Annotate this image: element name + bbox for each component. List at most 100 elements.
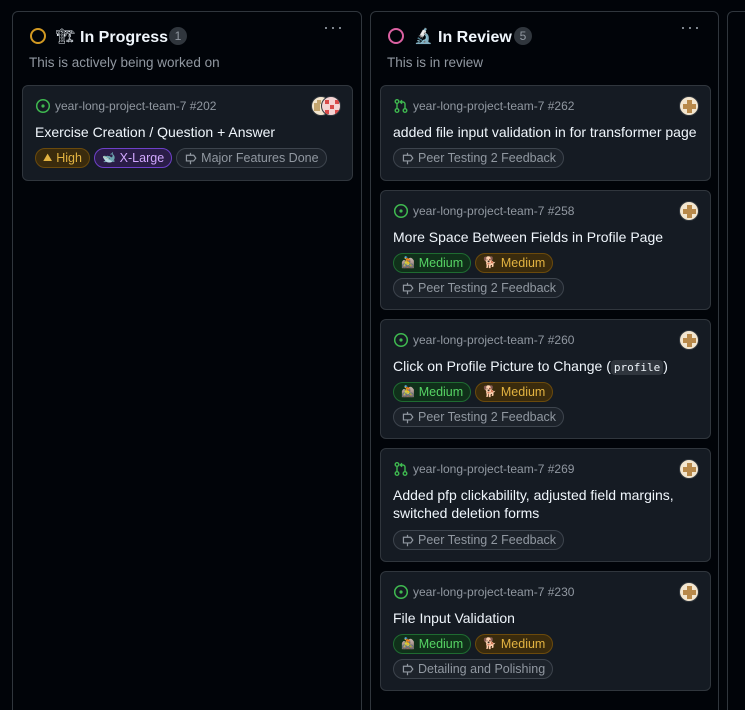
avatar[interactable] (321, 96, 341, 116)
git-pull-request-icon (394, 99, 408, 113)
card-262[interactable]: year-long-project-team-7 #262 added file… (380, 85, 711, 181)
assignee-avatars[interactable] (679, 330, 699, 350)
column-description: This is in review (387, 55, 484, 70)
label-size-medium[interactable]: 🐕 Medium (475, 253, 554, 273)
biker-icon: 🚵 (401, 637, 415, 650)
column-in-review: 🔬 In Review 5 ··· This is in review year… (370, 11, 719, 710)
issue-opened-icon (393, 584, 409, 600)
milestone-tag[interactable]: Peer Testing 2 Feedback (393, 148, 565, 168)
milestone-tag[interactable]: Peer Testing 2 Feedback (393, 278, 565, 298)
milestone-tag[interactable]: Major Features Done (176, 148, 327, 168)
milestone-tag[interactable]: Peer Testing 2 Feedback (393, 407, 565, 427)
column-in-progress: 🏗 In Progress 1 ··· This is actively bei… (12, 11, 362, 710)
milestone-row: Peer Testing 2 Feedback (393, 407, 565, 427)
milestone-text: Peer Testing 2 Feedback (418, 410, 557, 424)
milestone-text: Peer Testing 2 Feedback (418, 281, 557, 295)
label-text: Medium (418, 637, 464, 651)
label-priority-medium[interactable]: 🚵 Medium (393, 253, 472, 273)
assignee-avatars[interactable] (679, 96, 699, 116)
biker-icon: 🚵 (401, 256, 415, 269)
column-next-partial (727, 11, 745, 710)
label-priority-medium[interactable]: 🚵 Medium (393, 634, 472, 654)
milestone-row: Peer Testing 2 Feedback (393, 278, 565, 298)
card-202[interactable]: year-long-project-team-7 #202 Exercise C… (22, 85, 353, 181)
avatar[interactable] (679, 330, 699, 350)
issue-reference[interactable]: year-long-project-team-7 #260 (413, 333, 574, 347)
whale-icon: 🐋 (101, 151, 116, 164)
title-code: profile (610, 360, 664, 375)
avatar[interactable] (679, 96, 699, 116)
biker-icon: 🚵 (401, 385, 415, 398)
pr-reference[interactable]: year-long-project-team-7 #262 (413, 99, 574, 113)
label-text: High (56, 151, 82, 165)
label-text: Medium (500, 637, 546, 651)
milestone-row: Peer Testing 2 Feedback (393, 530, 565, 550)
milestone-icon (402, 282, 414, 294)
card-title[interactable]: More Space Between Fields in Profile Pag… (393, 228, 663, 246)
dog-icon: 🐕 (483, 385, 497, 398)
milestone-text: Peer Testing 2 Feedback (418, 533, 557, 547)
milestone-icon (185, 152, 197, 164)
label-row: ⛰ High 🐋 X-Large Major Features Done (35, 148, 327, 168)
git-pull-request-icon (394, 462, 408, 476)
assignee-avatars[interactable] (679, 201, 699, 221)
issue-reference[interactable]: year-long-project-team-7 #202 (55, 99, 216, 113)
assignee-avatars[interactable] (311, 96, 341, 116)
label-text: Medium (500, 385, 546, 399)
label-size-medium[interactable]: 🐕 Medium (475, 382, 554, 402)
milestone-text: Major Features Done (201, 151, 319, 165)
count-badge: 5 (514, 27, 532, 45)
assignee-avatars[interactable] (679, 582, 699, 602)
kebab-menu-icon[interactable]: ··· (680, 18, 700, 38)
label-row: 🚵 Medium 🐕 Medium (393, 253, 554, 273)
issue-reference[interactable]: year-long-project-team-7 #230 (413, 585, 574, 599)
card-title[interactable]: added file input validation in for trans… (393, 123, 697, 141)
dog-icon: 🐕 (483, 637, 497, 650)
label-size-medium[interactable]: 🐕 Medium (475, 634, 554, 654)
milestone-row: Detailing and Polishing (393, 659, 554, 679)
milestone-icon (402, 411, 414, 423)
card-title[interactable]: Exercise Creation / Question + Answer (35, 123, 275, 141)
count-badge: 1 (169, 27, 187, 45)
card-title[interactable]: Added pfp clickabililty, adjusted field … (393, 486, 674, 522)
label-size-xlarge[interactable]: 🐋 X-Large (93, 148, 173, 168)
label-priority-medium[interactable]: 🚵 Medium (393, 382, 472, 402)
label-text: Medium (418, 385, 464, 399)
card-269[interactable]: year-long-project-team-7 #269 Added pfp … (380, 448, 711, 562)
card-258[interactable]: year-long-project-team-7 #258 More Space… (380, 190, 711, 310)
column-title: In Review (438, 29, 512, 46)
dog-icon: 🐕 (483, 256, 497, 269)
title-text: Click on Profile Picture to Change ( (393, 358, 611, 374)
label-row: Peer Testing 2 Feedback (393, 148, 565, 168)
column-header: 🏗 In Progress 1 ··· This is actively bei… (13, 12, 361, 70)
kebab-menu-icon[interactable]: ··· (323, 18, 343, 38)
card-title[interactable]: File Input Validation (393, 609, 515, 627)
card-title[interactable]: Click on Profile Picture to Change (prof… (393, 357, 668, 377)
assignee-avatars[interactable] (679, 459, 699, 479)
label-row: 🚵 Medium 🐕 Medium (393, 382, 554, 402)
milestone-tag[interactable]: Detailing and Polishing (393, 659, 554, 679)
issue-reference[interactable]: year-long-project-team-7 #258 (413, 204, 574, 218)
column-description: This is actively being worked on (29, 55, 220, 70)
status-circle-icon (30, 28, 46, 44)
milestone-icon (402, 152, 414, 164)
card-230[interactable]: year-long-project-team-7 #230 File Input… (380, 571, 711, 691)
label-priority-high[interactable]: ⛰ High (35, 148, 90, 168)
milestone-tag[interactable]: Peer Testing 2 Feedback (393, 530, 565, 550)
card-260[interactable]: year-long-project-team-7 #260 Click on P… (380, 319, 711, 439)
column-header: 🔬 In Review 5 ··· This is in review (371, 12, 718, 70)
mountain-icon: ⛰ (43, 151, 53, 164)
avatar[interactable] (679, 459, 699, 479)
label-text: Medium (418, 256, 464, 270)
avatar[interactable] (679, 201, 699, 221)
avatar[interactable] (679, 582, 699, 602)
title-line: Added pfp clickabililty, adjusted field … (393, 487, 674, 503)
milestone-icon (402, 534, 414, 546)
column-title: In Progress (80, 29, 169, 46)
construction-icon: 🏗 (56, 27, 76, 45)
issue-opened-icon (393, 332, 409, 348)
label-row: 🚵 Medium 🐕 Medium (393, 634, 554, 654)
issue-opened-icon (393, 203, 409, 219)
milestone-icon (402, 663, 414, 675)
pr-reference[interactable]: year-long-project-team-7 #269 (413, 462, 574, 476)
